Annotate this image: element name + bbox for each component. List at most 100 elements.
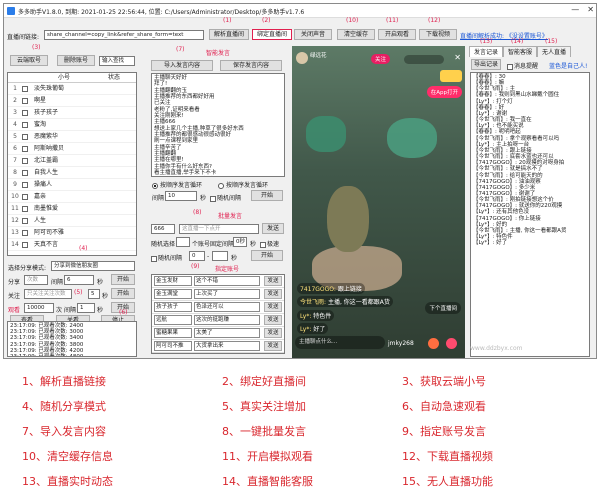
account-send-button[interactable]: 发送 — [264, 276, 282, 286]
heart-icon[interactable] — [446, 338, 457, 349]
gift-bottom-icon[interactable] — [428, 338, 439, 349]
account-send-button[interactable]: 发送 — [264, 289, 282, 299]
row-checkbox[interactable] — [22, 193, 28, 200]
table-row[interactable]: 13 阿可司不雅 — [8, 227, 136, 239]
follow-button[interactable]: 关注 — [371, 54, 391, 64]
table-row[interactable]: 3 孩子孩子 — [8, 107, 136, 119]
speech-start-button[interactable]: 开始 — [251, 190, 283, 201]
table-row[interactable]: 6 阿斯呐撒贝 — [8, 143, 136, 155]
checkbox-icon[interactable] — [260, 241, 266, 248]
import-speech-button[interactable]: 导入发言内容 — [151, 60, 213, 71]
account-select[interactable]: 金玉满堂 — [154, 289, 192, 299]
save-speech-button[interactable]: 保存发言内容 — [220, 60, 282, 71]
table-row[interactable]: 4 蜜淘 — [8, 119, 136, 131]
account-send-button[interactable]: 发送 — [264, 328, 282, 338]
close-sound-button[interactable]: 关闭声音 — [294, 29, 332, 40]
live-link-input[interactable]: share_channel=copy_link&refer_share_form… — [44, 30, 204, 40]
table-row[interactable]: 10 嘉亲 — [8, 191, 136, 203]
row-checkbox[interactable] — [22, 217, 28, 224]
rand-interval2-check[interactable]: 随机间隔 — [151, 253, 182, 262]
account-message-input[interactable]: 这次的挺跑赚 — [194, 315, 260, 325]
start-watch-button[interactable]: 开启观看 — [378, 29, 416, 40]
clear-cache-button[interactable]: 清空缓存 — [337, 29, 375, 40]
row-checkbox[interactable] — [22, 205, 28, 212]
speech-interval-input[interactable]: 10 — [165, 191, 197, 201]
tab-speech-log[interactable]: 发言记录 — [469, 46, 504, 57]
row-checkbox[interactable] — [22, 229, 28, 236]
random-count-input[interactable] — [176, 237, 190, 247]
follow-start-button[interactable]: 开始 — [111, 288, 135, 299]
row-checkbox[interactable] — [22, 145, 28, 152]
batch-count-input[interactable]: 666 — [151, 224, 175, 234]
watch-count-input[interactable]: 10000 — [24, 303, 54, 313]
table-row[interactable]: 2 啊星 — [8, 95, 136, 107]
batch-text-input[interactable]: 这直播一下点开 — [179, 224, 259, 234]
radio-order-icon[interactable] — [152, 182, 158, 189]
open-app-button[interactable]: 在App打开 — [426, 86, 462, 98]
row-checkbox[interactable] — [22, 109, 28, 116]
batch-start-button[interactable]: 开始 — [251, 250, 283, 261]
row-checkbox[interactable] — [22, 241, 28, 248]
row-checkbox[interactable] — [22, 169, 28, 176]
table-row[interactable]: 8 自我人生 — [8, 167, 136, 179]
follow-count-input[interactable]: 只关注关注次数 — [24, 289, 72, 299]
table-row[interactable]: 11 南墨惟爱 — [8, 203, 136, 215]
table-row[interactable]: 9 操痛人 — [8, 179, 136, 191]
account-send-button[interactable]: 发送 — [264, 302, 282, 312]
tab-unmanned-live[interactable]: 无人直播 — [537, 46, 572, 57]
account-message-input[interactable]: 上次买了 — [194, 289, 260, 299]
fast-check[interactable]: 极速 — [260, 239, 279, 248]
account-send-button[interactable]: 发送 — [264, 341, 282, 351]
share-count-input[interactable]: 次数 — [24, 275, 48, 285]
close-icon[interactable]: ✕ — [454, 53, 461, 62]
close-icon[interactable]: ✕ — [587, 5, 594, 14]
row-checkbox[interactable] — [22, 97, 28, 104]
speech-content-area[interactable]: 主播聊天好好 拜了! 主播翻翻的玉 主播推荐的东西都好好用 已关注 老粉了,证明来看看 关注… — [151, 73, 285, 177]
watch-interval-input[interactable]: 1 — [77, 303, 95, 313]
radio-random-icon[interactable] — [218, 182, 224, 189]
share-mode-select[interactable]: 分享到微信朋友圈 — [51, 261, 135, 271]
radio-random[interactable]: 按顺序发言循环 — [218, 180, 268, 189]
cloud-account-button[interactable]: 云端取号 — [10, 55, 48, 66]
checkbox-icon[interactable] — [507, 63, 513, 70]
checkbox-icon[interactable] — [151, 255, 157, 262]
share-start-button[interactable]: 开始 — [111, 274, 135, 285]
share-interval-input[interactable]: 6 — [64, 275, 94, 285]
delete-account-button[interactable]: 删除账号 — [57, 55, 95, 66]
account-select[interactable]: 金玉发财 — [154, 276, 192, 286]
batch-send-button[interactable]: 发送 — [262, 223, 284, 234]
table-row[interactable]: 5 恶魔紫华 — [8, 131, 136, 143]
rand-interval-check[interactable]: 随机间隔 — [210, 193, 241, 202]
row-checkbox[interactable] — [22, 133, 28, 140]
parse-result-link[interactable]: 直播间解析成功: 《没设置账号》 — [460, 31, 548, 40]
account-message-input[interactable]: 大货拿出来 — [194, 341, 260, 351]
account-select[interactable]: 蜜糖果果 — [154, 328, 192, 338]
account-send-button[interactable]: 发送 — [264, 315, 282, 325]
account-search-input[interactable]: 输入查找 — [99, 56, 135, 66]
account-message-input[interactable]: 这个不错 — [194, 276, 260, 286]
tab-smart-service[interactable]: 智能客服 — [503, 46, 538, 57]
table-row[interactable]: 1 淡失珠葡萄 — [8, 83, 136, 95]
rand-max-input[interactable] — [212, 251, 228, 261]
checkbox-icon[interactable] — [210, 195, 216, 202]
next-room-button[interactable]: 下个直播间 — [425, 302, 461, 314]
comment-input[interactable]: 主播聊点什么... — [295, 336, 385, 349]
rand-min-input[interactable]: 0 — [189, 251, 205, 261]
gift-icon[interactable] — [440, 70, 462, 82]
minimize-icon[interactable]: — — [571, 5, 579, 14]
download-video-button[interactable]: 下载视频 — [419, 29, 457, 40]
bind-live-button[interactable]: 绑定直播间 — [252, 29, 292, 40]
msg-remind-check[interactable]: 消息提醒 — [507, 61, 538, 70]
row-checkbox[interactable] — [22, 121, 28, 128]
account-select[interactable]: 远航 — [154, 315, 192, 325]
row-checkbox[interactable] — [22, 181, 28, 188]
table-row[interactable]: 7 北江盖霸 — [8, 155, 136, 167]
account-message-input[interactable]: 色泽还可以 — [194, 302, 260, 312]
fixed-interval-input[interactable]: 0秒 — [233, 237, 247, 247]
follow-interval-input[interactable]: 5 — [88, 289, 100, 299]
account-select[interactable]: 孩子孩子 — [154, 302, 192, 312]
account-message-input[interactable]: 太美了 — [194, 328, 260, 338]
radio-order[interactable]: 按顺序发言循环 — [152, 180, 202, 189]
export-log-button[interactable]: 导出记录 — [471, 59, 501, 70]
row-checkbox[interactable] — [22, 157, 28, 164]
